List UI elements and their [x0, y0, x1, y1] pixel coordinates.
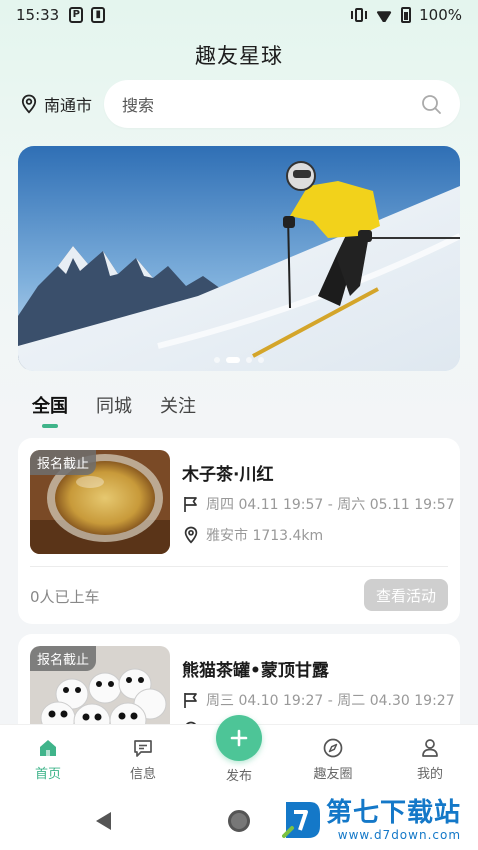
- event-date-text: 周三 04.10 19:27 - 周二 04.30 19:27: [206, 693, 455, 709]
- nav-friends-circle-label: 趣友圈: [313, 767, 353, 782]
- carousel-dot: [214, 357, 220, 363]
- publish-button[interactable]: [216, 715, 262, 761]
- nav-publish-label[interactable]: 发布: [204, 765, 274, 784]
- event-title: 木子茶·川红: [182, 465, 274, 485]
- tab-following[interactable]: 关注: [160, 392, 196, 418]
- feed-tabs: 全国 同城 关注: [32, 392, 196, 418]
- watermark-name: 第七下载站: [326, 798, 462, 828]
- battery-percentage: 100%: [419, 6, 462, 24]
- event-location-text: 雅安市 1713.4km: [206, 528, 324, 544]
- user-icon: [422, 739, 438, 757]
- wifi-icon: [375, 8, 393, 22]
- watermark: 第七下载站 www.d7down.com: [282, 798, 461, 842]
- carousel-dot: [258, 357, 264, 363]
- nav-messages[interactable]: 信息: [108, 737, 178, 782]
- status-time: 15:33: [16, 6, 60, 24]
- location-pin-icon: [21, 94, 37, 114]
- city-label: 南通市: [44, 96, 93, 115]
- back-icon[interactable]: [96, 812, 111, 830]
- event-location: 雅安市 1713.4km: [182, 525, 323, 545]
- location-pin-icon: [184, 526, 198, 544]
- carousel-dot-active: [226, 357, 240, 363]
- nav-friends-circle[interactable]: 趣友圈: [298, 737, 368, 782]
- nav-profile-label: 我的: [416, 767, 443, 782]
- tab-nationwide[interactable]: 全国: [32, 392, 68, 418]
- watermark-logo-icon: [282, 802, 320, 838]
- search-placeholder: 搜索: [122, 96, 155, 115]
- event-date-text: 周四 04.11 19:57 - 周六 05.11 19:57: [206, 497, 455, 513]
- home-button-icon[interactable]: [228, 810, 250, 832]
- nav-home-label: 首页: [34, 767, 61, 782]
- registration-closed-badge: 报名截止: [30, 646, 97, 671]
- search-input[interactable]: 搜索: [104, 80, 460, 128]
- tab-same-city[interactable]: 同城: [96, 392, 132, 418]
- event-date: 周四 04.11 19:57 - 周六 05.11 19:57: [182, 494, 455, 514]
- home-icon: [40, 740, 56, 756]
- flag-icon: [184, 497, 197, 512]
- status-bar: 15:33 P ▮ 100%: [0, 0, 478, 30]
- vibrate-icon: [351, 8, 368, 22]
- city-selector[interactable]: 南通市: [20, 92, 92, 116]
- nav-messages-label: 信息: [129, 767, 156, 782]
- banner-carousel[interactable]: [18, 146, 460, 371]
- compass-icon: [323, 738, 343, 758]
- bottom-nav: 首页 信息 发布 趣友圈 我的: [0, 715, 478, 790]
- plus-icon: [230, 729, 248, 747]
- nav-profile[interactable]: 我的: [395, 737, 465, 782]
- parking-notification-icon: P: [69, 7, 84, 23]
- event-thumbnail: 报名截止: [30, 450, 170, 554]
- registration-closed-badge: 报名截止: [30, 450, 97, 475]
- carousel-indicator: [214, 357, 264, 363]
- carousel-dot: [246, 357, 252, 363]
- nav-home[interactable]: 首页: [13, 737, 83, 782]
- download-notification-icon: ▮: [91, 7, 106, 23]
- search-icon[interactable]: [420, 93, 442, 115]
- event-title: 熊猫茶罐•蒙顶甘露: [182, 661, 329, 681]
- flag-icon: [184, 693, 197, 708]
- card-divider: [30, 566, 448, 567]
- message-icon: [134, 740, 152, 757]
- battery-icon: [401, 7, 412, 23]
- event-date: 周三 04.10 19:27 - 周二 04.30 19:27: [182, 690, 455, 710]
- watermark-url: www.d7down.com: [337, 828, 462, 842]
- view-event-button[interactable]: 查看活动: [364, 579, 448, 611]
- event-card[interactable]: 报名截止 木子茶·川红 周四 04.11 19:57 - 周六 05.11 19…: [18, 438, 460, 624]
- skier-banner-image: [18, 146, 460, 371]
- app-title: 趣友星球: [195, 44, 283, 68]
- participant-count: 0人已上车: [30, 588, 100, 606]
